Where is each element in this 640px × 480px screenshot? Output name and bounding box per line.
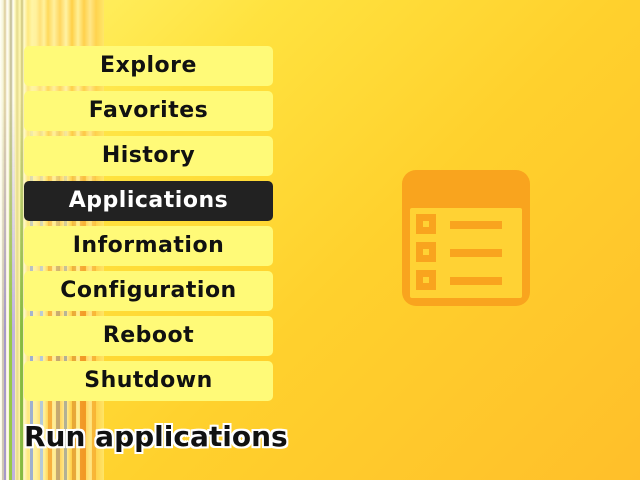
menu-item-favorites[interactable]: Favorites bbox=[24, 91, 273, 131]
menu-item-information[interactable]: Information bbox=[24, 226, 273, 266]
menu-item-shutdown[interactable]: Shutdown bbox=[24, 361, 273, 401]
main-menu: Explore Favorites History Applications I… bbox=[24, 46, 273, 406]
menu-item-explore[interactable]: Explore bbox=[24, 46, 273, 86]
menu-item-description: Run applications bbox=[24, 420, 288, 453]
menu-item-reboot[interactable]: Reboot bbox=[24, 316, 273, 356]
menu-item-applications[interactable]: Applications bbox=[24, 181, 273, 221]
menu-item-history[interactable]: History bbox=[24, 136, 273, 176]
menu-item-configuration[interactable]: Configuration bbox=[24, 271, 273, 311]
applications-list-icon bbox=[402, 170, 530, 306]
